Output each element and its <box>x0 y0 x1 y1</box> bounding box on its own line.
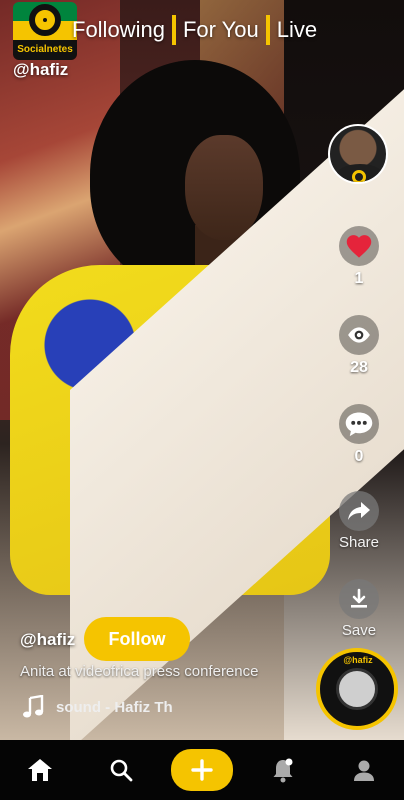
heart-icon[interactable] <box>339 226 379 266</box>
profile-icon[interactable] <box>334 740 394 800</box>
share-icon[interactable] <box>339 491 379 531</box>
like-action[interactable]: 1 <box>334 226 384 288</box>
comment-icon[interactable] <box>339 404 379 444</box>
music-note-icon <box>20 694 46 720</box>
sound-row[interactable]: sound - Hafiz Th <box>20 694 176 720</box>
tab-following[interactable]: Following <box>72 14 165 46</box>
views-count: 28 <box>350 359 368 376</box>
sound-name: sound - Hafiz Th <box>56 698 173 716</box>
notifications-icon[interactable] <box>253 740 313 800</box>
logo-text: Socialnetes <box>13 40 77 60</box>
feed-tabs: Following For You Live <box>72 14 317 46</box>
comment-count: 0 <box>354 448 364 465</box>
logo-ring-icon <box>29 4 61 36</box>
eye-icon <box>339 315 379 355</box>
app-logo[interactable]: Socialnetes <box>13 2 77 60</box>
tab-for-you[interactable]: For You <box>183 14 259 46</box>
home-icon[interactable] <box>10 740 70 800</box>
search-icon[interactable] <box>91 740 151 800</box>
share-label: Share <box>338 534 380 551</box>
disc-avatar <box>336 668 378 710</box>
creator-avatar[interactable] <box>328 124 388 184</box>
post-caption: Anita at videofrica press conference <box>20 663 259 680</box>
create-post-button[interactable] <box>170 749 233 791</box>
comment-action[interactable]: 0 <box>334 404 384 466</box>
video-subject-face <box>185 135 263 240</box>
header-username[interactable]: @hafiz <box>13 60 68 80</box>
follow-button[interactable]: Follow <box>84 617 190 661</box>
plus-icon <box>191 759 213 781</box>
views-action: 28 <box>334 315 384 377</box>
save-label: Save <box>341 622 377 639</box>
avatar-badge-icon <box>352 170 366 182</box>
download-icon[interactable] <box>339 579 379 619</box>
author-handle[interactable]: @hafiz <box>20 630 75 650</box>
tab-divider <box>171 15 176 45</box>
save-action[interactable]: Save <box>334 579 384 639</box>
tab-divider <box>265 15 270 45</box>
tab-live[interactable]: Live <box>277 14 317 46</box>
sound-disc[interactable]: @hafiz <box>316 648 398 730</box>
bottom-navigation <box>0 740 404 800</box>
like-count: 1 <box>354 270 364 287</box>
share-action[interactable]: Share <box>334 491 384 551</box>
disc-label: @hafiz <box>343 655 373 665</box>
